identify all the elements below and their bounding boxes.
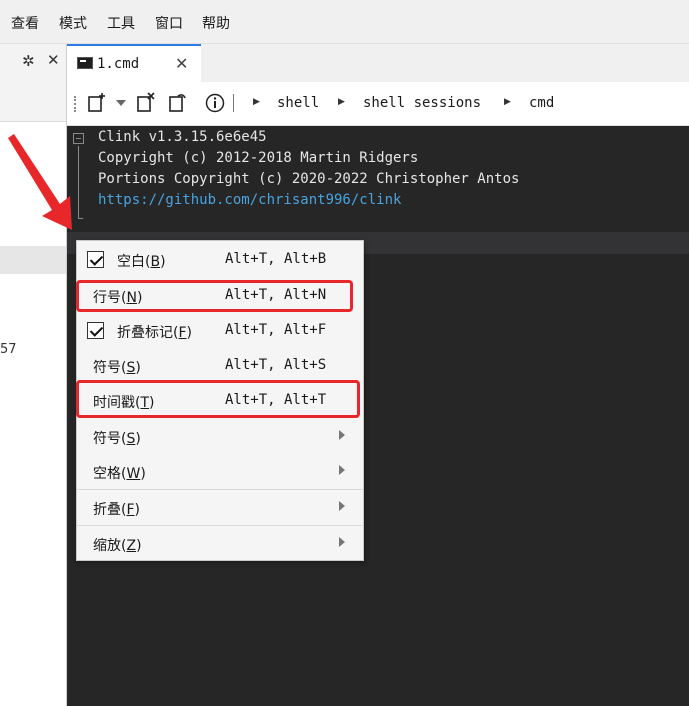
close-session-icon[interactable]: [136, 92, 155, 112]
terminal-line: Copyright (c) 2012-2018 Martin Ridgers: [98, 150, 419, 166]
info-icon[interactable]: [205, 93, 225, 117]
menu-help[interactable]: 帮助: [202, 13, 230, 33]
breadcrumb-shell[interactable]: shell: [277, 95, 319, 111]
menu-item-fold-markers[interactable]: 折叠标记(F) Alt+T, Alt+F: [77, 313, 363, 349]
duplicate-session-icon[interactable]: [168, 92, 186, 112]
menu-item-symbols-submenu[interactable]: 符号(S): [77, 419, 363, 455]
left-panel-selected-row[interactable]: [0, 246, 66, 274]
toolbar-separator: [233, 94, 234, 112]
menu-tools[interactable]: 工具: [107, 13, 135, 33]
menu-window[interactable]: 窗口: [155, 13, 183, 33]
highlight-box-timestamps: [76, 380, 360, 418]
menu-item-label: 符号(S): [93, 431, 141, 447]
menu-item-label: 符号(S): [93, 360, 141, 376]
menu-view[interactable]: 查看: [11, 13, 39, 33]
breadcrumb-shell-sessions[interactable]: shell sessions: [363, 95, 481, 111]
toolbar-grip-icon: [74, 96, 76, 112]
menu-item-symbols[interactable]: 符号(S) Alt+T, Alt+S: [77, 348, 363, 384]
submenu-arrow-icon: [339, 501, 345, 511]
menu-item-shortcut: Alt+T, Alt+S: [225, 357, 327, 373]
new-session-icon[interactable]: [87, 92, 105, 112]
left-panel-header: ✲ ✕: [0, 44, 66, 122]
menu-item-folding-submenu[interactable]: 折叠(F): [77, 490, 363, 526]
menu-item-whitespace[interactable]: 空白(B) Alt+T, Alt+B: [77, 242, 363, 278]
submenu-arrow-icon: [339, 537, 345, 547]
breadcrumb-arrow-icon: ▶: [338, 97, 345, 107]
annotation-arrow-icon: [8, 134, 72, 230]
tab-cmd[interactable]: 1.cmd ✕: [67, 44, 201, 82]
menu-item-shortcut: Alt+T, Alt+B: [225, 251, 327, 267]
menu-mode[interactable]: 模式: [59, 13, 87, 33]
left-panel-number: 57: [0, 342, 17, 357]
close-icon[interactable]: ✕: [47, 51, 60, 69]
terminal-link[interactable]: https://github.com/chrisant996/clink: [98, 192, 401, 208]
terminal-line: Clink v1.3.15.6e6e45: [98, 129, 267, 145]
menu-item-shortcut: Alt+T, Alt+F: [225, 322, 327, 338]
tab-close-icon[interactable]: ✕: [175, 54, 188, 73]
chevron-down-icon[interactable]: [116, 100, 126, 106]
submenu-arrow-icon: [339, 430, 345, 440]
menu-item-label: 缩放(Z): [93, 538, 142, 554]
menu-item-label: 折叠标记(F): [117, 325, 192, 341]
tab-title: 1.cmd: [97, 56, 140, 72]
menu-item-spaces-submenu[interactable]: 空格(W): [77, 454, 363, 490]
breadcrumb-arrow-icon: ▶: [253, 97, 260, 107]
gear-icon[interactable]: ✲: [22, 52, 35, 70]
menu-item-label: 空格(W): [93, 466, 146, 482]
checkbox-checked-icon: [87, 251, 104, 268]
submenu-arrow-icon: [339, 465, 345, 475]
menu-bar: 查看 模式 工具 窗口 帮助: [0, 0, 689, 44]
menu-item-label: 空白(B): [117, 254, 166, 270]
menu-item-label: 折叠(F): [93, 502, 140, 518]
terminal-icon: [77, 57, 93, 69]
toolbar: ▶ shell ▶ shell sessions ▶ cmd: [67, 82, 689, 126]
checkbox-checked-icon: [87, 322, 104, 339]
terminal-line: Portions Copyright (c) 2020-2022 Christo…: [98, 171, 520, 187]
breadcrumb-cmd[interactable]: cmd: [529, 95, 554, 111]
tab-strip: 1.cmd ✕: [67, 44, 689, 82]
highlight-box-line-numbers: [76, 280, 353, 312]
menu-item-zoom-submenu[interactable]: 缩放(Z): [77, 526, 363, 562]
breadcrumb-arrow-icon: ▶: [504, 97, 511, 107]
